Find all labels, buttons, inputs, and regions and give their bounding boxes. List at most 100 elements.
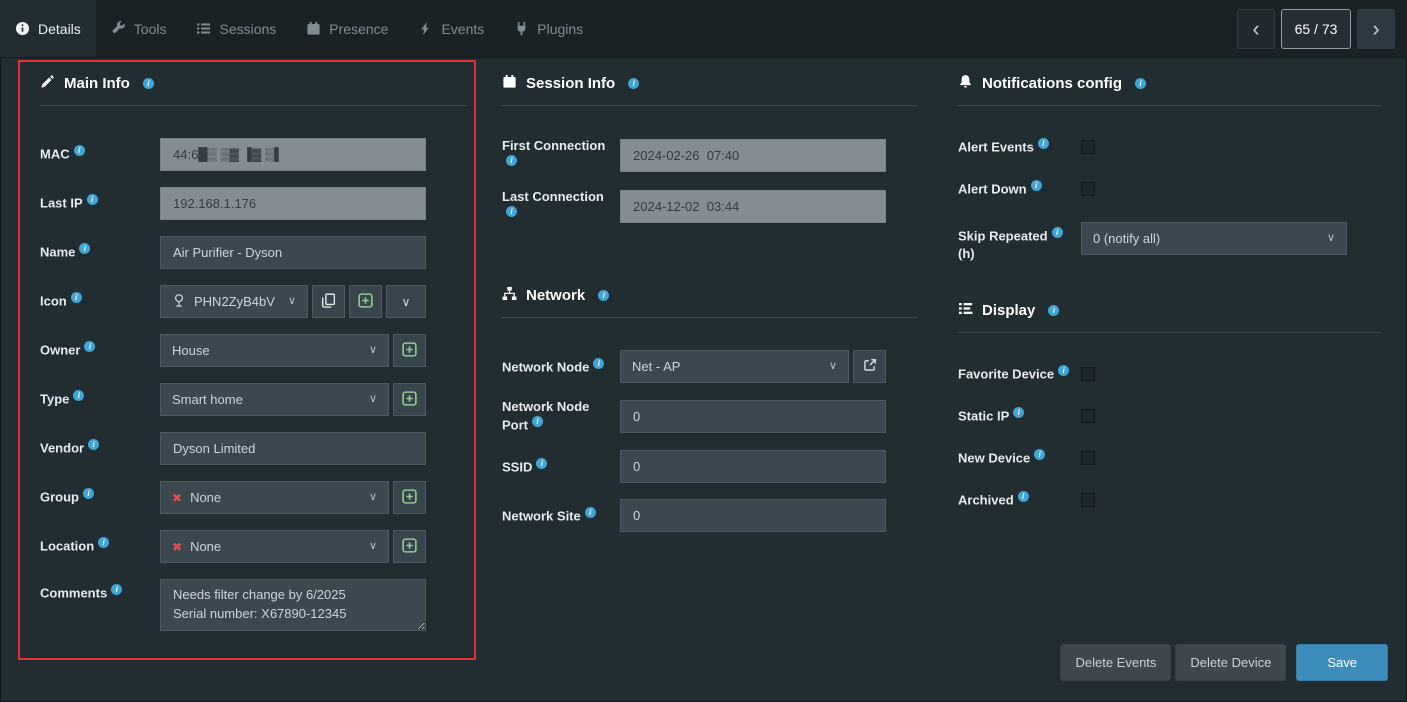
owner-field-row: Owner House ∨ [40, 334, 466, 367]
prev-device-button[interactable]: ‹ [1237, 9, 1275, 49]
location-select[interactable]: ✖ None ∨ [160, 530, 389, 563]
type-label: Type [40, 390, 160, 408]
next-device-button[interactable]: › [1357, 9, 1395, 49]
skip-repeated-select[interactable]: 0 (notify all) ∨ [1081, 222, 1347, 255]
alert-down-checkbox[interactable] [1081, 182, 1095, 196]
sitemap-icon [502, 286, 517, 305]
footer-actions: Delete Events Delete Device Save [1060, 644, 1388, 681]
plus-square-icon [402, 538, 417, 556]
network-node-select[interactable]: Net - AP ∨ [620, 350, 849, 383]
favorite-device-checkbox[interactable] [1081, 367, 1095, 381]
favorite-device-row: Favorite Device [958, 365, 1381, 383]
chevron-down-icon: ∨ [829, 361, 837, 372]
group-select[interactable]: ✖ None ∨ [160, 481, 389, 514]
chevron-down-icon: ∨ [369, 394, 377, 405]
save-button[interactable]: Save [1296, 644, 1388, 681]
add-group-button[interactable] [393, 481, 426, 514]
info-icon [628, 78, 639, 89]
info-icon [506, 155, 517, 166]
section-title-text: Main Info [64, 75, 130, 92]
first-connection-input[interactable] [620, 139, 886, 172]
static-ip-checkbox[interactable] [1081, 409, 1095, 423]
info-icon [593, 358, 604, 369]
chevron-down-icon: ∨ [402, 295, 411, 309]
plus-square-icon [402, 391, 417, 409]
info-icon [88, 439, 99, 450]
device-pager: ‹ 65 / 73 › [1237, 0, 1395, 57]
tab-label: Presence [329, 21, 388, 37]
new-device-label: New Device [958, 449, 1081, 467]
alert-events-row: Alert Events [958, 138, 1381, 156]
tab-presence[interactable]: Presence [291, 0, 403, 57]
selected-owner-value: House [172, 343, 210, 358]
selected-network-node-value: Net - AP [632, 359, 680, 374]
add-location-button[interactable] [393, 530, 426, 563]
notifications-display-column: Notifications config Alert Events Alert … [934, 60, 1389, 660]
section-title-text: Network [526, 287, 585, 304]
ssid-field-row: SSID [502, 450, 917, 483]
info-icon [71, 292, 82, 303]
selected-skip-repeated-value: 0 (notify all) [1093, 231, 1160, 246]
comments-textarea[interactable]: Needs filter change by 6/2025 Serial num… [160, 579, 426, 631]
tab-details[interactable]: Details [0, 0, 96, 57]
open-network-node-button[interactable] [853, 350, 886, 383]
chevron-down-icon: ∨ [1327, 233, 1335, 244]
last-ip-label: Last IP [40, 194, 160, 212]
network-node-port-input[interactable] [620, 400, 886, 433]
owner-select[interactable]: House ∨ [160, 334, 389, 367]
add-icon-button[interactable] [349, 285, 382, 318]
info-icon [1034, 449, 1045, 460]
chevron-left-icon: ‹ [1252, 18, 1259, 40]
info-icon [74, 145, 85, 156]
device-details-page: Details Tools Sessions Presence Events [0, 0, 1407, 702]
icon-select[interactable]: PHN2ZyB4bV ∨ [160, 285, 308, 318]
tab-label: Events [441, 21, 484, 37]
last-ip-field-row: Last IP [40, 187, 466, 220]
vendor-input[interactable] [160, 432, 426, 465]
network-site-input[interactable] [620, 499, 886, 532]
add-type-button[interactable] [393, 383, 426, 416]
icon-label: Icon [40, 292, 160, 310]
favorite-device-label: Favorite Device [958, 365, 1081, 383]
vendor-label: Vendor [40, 439, 160, 457]
tab-sessions[interactable]: Sessions [181, 0, 291, 57]
info-icon [1048, 305, 1059, 316]
static-ip-row: Static IP [958, 407, 1381, 425]
bolt-icon [418, 21, 433, 36]
mac-input[interactable] [160, 138, 426, 171]
tab-events[interactable]: Events [403, 0, 499, 57]
info-circle-icon [15, 21, 30, 36]
archived-checkbox[interactable] [1081, 493, 1095, 507]
ssid-input[interactable] [620, 450, 886, 483]
info-icon [1031, 180, 1042, 191]
plus-square-icon [402, 489, 417, 507]
name-input[interactable] [160, 236, 426, 269]
main-info-section-highlight-box: Main Info MAC Last IP Name Icon [18, 60, 476, 660]
tab-plugins[interactable]: Plugins [499, 0, 598, 57]
alert-events-checkbox[interactable] [1081, 140, 1095, 154]
mac-field-row: MAC [40, 138, 466, 171]
tab-label: Sessions [219, 21, 276, 37]
delete-device-button[interactable]: Delete Device [1175, 644, 1286, 681]
first-connection-field-row: First Connection [502, 138, 917, 173]
new-device-checkbox[interactable] [1081, 451, 1095, 465]
info-icon [1038, 138, 1049, 149]
add-owner-button[interactable] [393, 334, 426, 367]
tab-tools[interactable]: Tools [96, 0, 182, 57]
display-title: Display [958, 301, 1381, 320]
info-icon [1018, 491, 1029, 502]
name-label: Name [40, 243, 160, 261]
type-select[interactable]: Smart home ∨ [160, 383, 389, 416]
info-icon [1058, 365, 1069, 376]
last-connection-input[interactable] [620, 190, 886, 223]
list-icon [196, 21, 211, 36]
pencil-icon [40, 74, 55, 93]
delete-events-button[interactable]: Delete Events [1060, 644, 1171, 681]
selected-location-value: None [190, 539, 221, 554]
comments-field-row: Comments Needs filter change by 6/2025 S… [40, 579, 466, 631]
copy-icon-button[interactable] [312, 285, 345, 318]
last-ip-input[interactable] [160, 187, 426, 220]
icon-dropdown-button[interactable]: ∨ [386, 285, 426, 318]
divider [958, 105, 1381, 106]
skip-repeated-label: Skip Repeated (h) [958, 222, 1081, 262]
